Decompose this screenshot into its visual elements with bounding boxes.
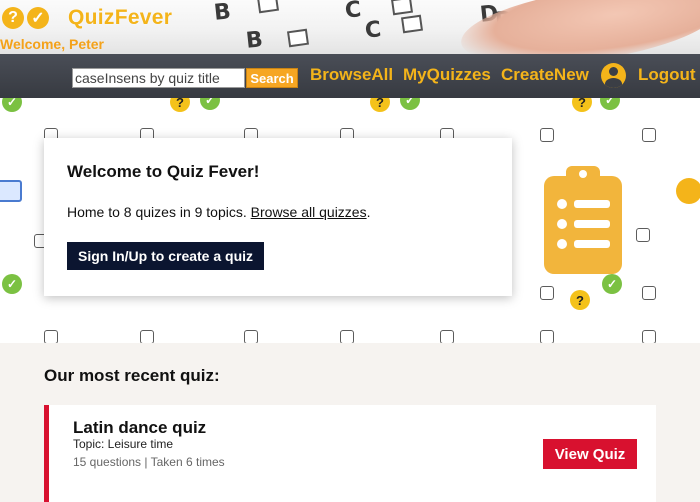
- header-banner: B C D B C D ? ✓ QuizFever Welcome, Peter: [0, 0, 700, 54]
- question-icon: ?: [570, 290, 590, 310]
- hero-section: ✓ ? ✓ ? ✓ ? ✓ ✓ ? ✓ Welcome to Quiz Feve…: [0, 98, 700, 343]
- welcome-text-suffix: .: [366, 204, 371, 220]
- banner-letter: B: [244, 27, 265, 54]
- nav-logout[interactable]: Logout: [638, 65, 696, 85]
- question-icon: ?: [170, 98, 190, 112]
- quiz-badge-icon: [676, 178, 700, 204]
- welcome-title: Welcome to Quiz Fever!: [67, 162, 260, 181]
- quiz-pattern-icon: [642, 330, 656, 343]
- quiz-pattern-icon: [636, 228, 650, 242]
- nav-create-new[interactable]: CreateNew: [501, 65, 589, 85]
- recent-quiz-card: Latin dance quiz Topic: Leisure time 15 …: [44, 405, 656, 502]
- search-button[interactable]: Search: [246, 68, 298, 88]
- welcome-card: Welcome to Quiz Fever! Home to 8 quizes …: [44, 138, 512, 296]
- check-icon: ✓: [200, 98, 220, 110]
- trophy-icon: [642, 286, 656, 300]
- user-profile-icon[interactable]: [601, 63, 626, 88]
- check-icon: ✓: [27, 7, 49, 29]
- quiz-pattern-icon: [540, 128, 554, 142]
- quiz-pattern-icon: [540, 330, 554, 343]
- search-input[interactable]: [72, 68, 245, 88]
- banner-letter: C: [343, 0, 363, 24]
- check-icon: ✓: [2, 274, 22, 294]
- quiz-pattern-icon: [44, 330, 58, 343]
- banner-checkbox: [286, 28, 310, 48]
- check-icon: ✓: [602, 274, 622, 294]
- welcome-text-prefix: Home to 8 quizes in 9 topics.: [67, 204, 251, 220]
- quiz-pattern-icon: [540, 286, 554, 300]
- banner-checkbox: [256, 0, 280, 14]
- browse-all-quizzes-link[interactable]: Browse all quizzes: [251, 204, 367, 220]
- screen-icon: [0, 180, 22, 202]
- sign-in-up-button[interactable]: Sign In/Up to create a quiz: [67, 242, 265, 270]
- check-icon: ✓: [600, 98, 620, 110]
- quiz-pattern-icon: [340, 330, 354, 343]
- nav-bar: Search BrowseAll MyQuizzes CreateNew Log…: [0, 54, 700, 98]
- welcome-user: Welcome, Peter: [0, 36, 105, 52]
- logo[interactable]: ? ✓ QuizFever: [2, 6, 172, 30]
- quiz-pattern-icon: [642, 128, 656, 142]
- quiz-pattern-icon: [440, 330, 454, 343]
- quiz-topic: Topic: Leisure time: [73, 437, 174, 451]
- question-icon: ?: [370, 98, 390, 112]
- question-icon: ?: [2, 7, 24, 29]
- brand-name[interactable]: QuizFever: [68, 6, 172, 30]
- banner-letter: C: [363, 17, 383, 44]
- banner-checkbox: [390, 0, 414, 16]
- check-icon: ✓: [2, 98, 22, 112]
- clipboard-icon: [544, 166, 622, 274]
- welcome-text: Home to 8 quizes in 9 topics. Browse all…: [67, 204, 370, 220]
- recent-quiz-heading: Our most recent quiz:: [44, 366, 220, 385]
- quiz-pattern-icon: [244, 330, 258, 343]
- banner-checkbox: [400, 14, 424, 34]
- check-icon: ✓: [400, 98, 420, 110]
- question-icon: ?: [572, 98, 592, 112]
- quiz-pattern-icon: [140, 330, 154, 343]
- nav-browse-all[interactable]: BrowseAll: [310, 65, 393, 85]
- quiz-stats: 15 questions | Taken 6 times: [73, 455, 225, 469]
- quiz-name: Latin dance quiz: [73, 418, 207, 437]
- nav-my-quizzes[interactable]: MyQuizzes: [403, 65, 491, 85]
- view-quiz-button[interactable]: View Quiz: [543, 439, 637, 469]
- banner-letter: B: [212, 0, 233, 26]
